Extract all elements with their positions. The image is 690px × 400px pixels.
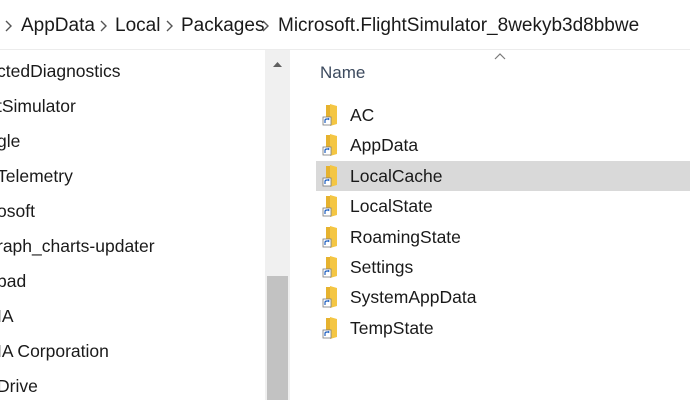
folder-shortcut-icon	[322, 164, 337, 187]
nav-item[interactable]: Telemetry	[0, 161, 262, 191]
file-list-pane: Name AC AppData LocalCache LocalState Roamin…	[290, 50, 690, 400]
address-bar[interactable]: AppData Local Packages Microsoft.FlightS…	[0, 0, 690, 50]
breadcrumb-packages[interactable]: Packages	[181, 15, 264, 37]
file-name: AC	[350, 105, 375, 125]
file-row[interactable]: AppData	[316, 130, 690, 160]
file-row[interactable]: RoamingState	[316, 222, 690, 252]
nav-scrollbar[interactable]	[265, 50, 290, 400]
breadcrumb-appdata[interactable]: AppData	[21, 15, 95, 37]
file-row[interactable]: SystemAppData	[316, 282, 690, 312]
nav-item[interactable]: raph_charts-updater	[0, 231, 262, 261]
file-name: TempState	[350, 317, 434, 338]
nav-item[interactable]: tSimulator	[0, 91, 262, 121]
file-name: LocalCache	[350, 165, 443, 186]
nav-item[interactable]: Drive	[0, 371, 262, 400]
folder-shortcut-icon	[322, 286, 337, 309]
chevron-right-icon[interactable]	[165, 20, 175, 32]
folder-shortcut-icon	[322, 256, 337, 278]
nav-item[interactable]: IA Corporation	[0, 336, 262, 366]
file-name: RoamingState	[350, 226, 461, 247]
file-row[interactable]: LocalCache	[316, 160, 690, 191]
file-name: LocalState	[350, 196, 433, 217]
file-name: AppData	[350, 135, 419, 156]
file-name: Settings	[350, 257, 414, 277]
nav-item[interactable]: ctedDiagnostics	[0, 56, 262, 86]
nav-item[interactable]: IA	[0, 301, 262, 331]
folder-shortcut-icon	[322, 195, 337, 218]
breadcrumb-flightsimulator[interactable]: Microsoft.FlightSimulator_8wekyb3d8bbwe	[278, 15, 639, 37]
chevron-right-icon[interactable]	[261, 20, 271, 32]
file-row[interactable]: Settings	[316, 252, 690, 282]
folder-shortcut-icon	[322, 225, 337, 248]
file-row[interactable]: AC	[316, 100, 690, 130]
nav-item[interactable]: gle	[0, 126, 262, 156]
navigation-pane: ctedDiagnostics tSimulator gle Telemetry…	[0, 50, 265, 400]
chevron-right-icon[interactable]	[99, 20, 109, 32]
chevron-right-icon[interactable]	[4, 20, 14, 32]
scrollbar-thumb[interactable]	[267, 276, 288, 400]
file-row[interactable]: TempState	[316, 313, 690, 343]
breadcrumb-local[interactable]: Local	[115, 15, 160, 37]
nav-item[interactable]: pad	[0, 266, 262, 296]
nav-item[interactable]: osoft	[0, 196, 262, 226]
folder-shortcut-icon	[322, 134, 337, 157]
sort-ascending-icon	[494, 53, 506, 60]
column-header-name[interactable]: Name	[320, 62, 365, 84]
folder-shortcut-icon	[322, 104, 337, 126]
file-row[interactable]: LocalState	[316, 191, 690, 221]
folder-shortcut-icon	[322, 316, 337, 339]
file-name: SystemAppData	[350, 287, 477, 308]
scroll-up-arrow-icon[interactable]	[265, 50, 290, 78]
